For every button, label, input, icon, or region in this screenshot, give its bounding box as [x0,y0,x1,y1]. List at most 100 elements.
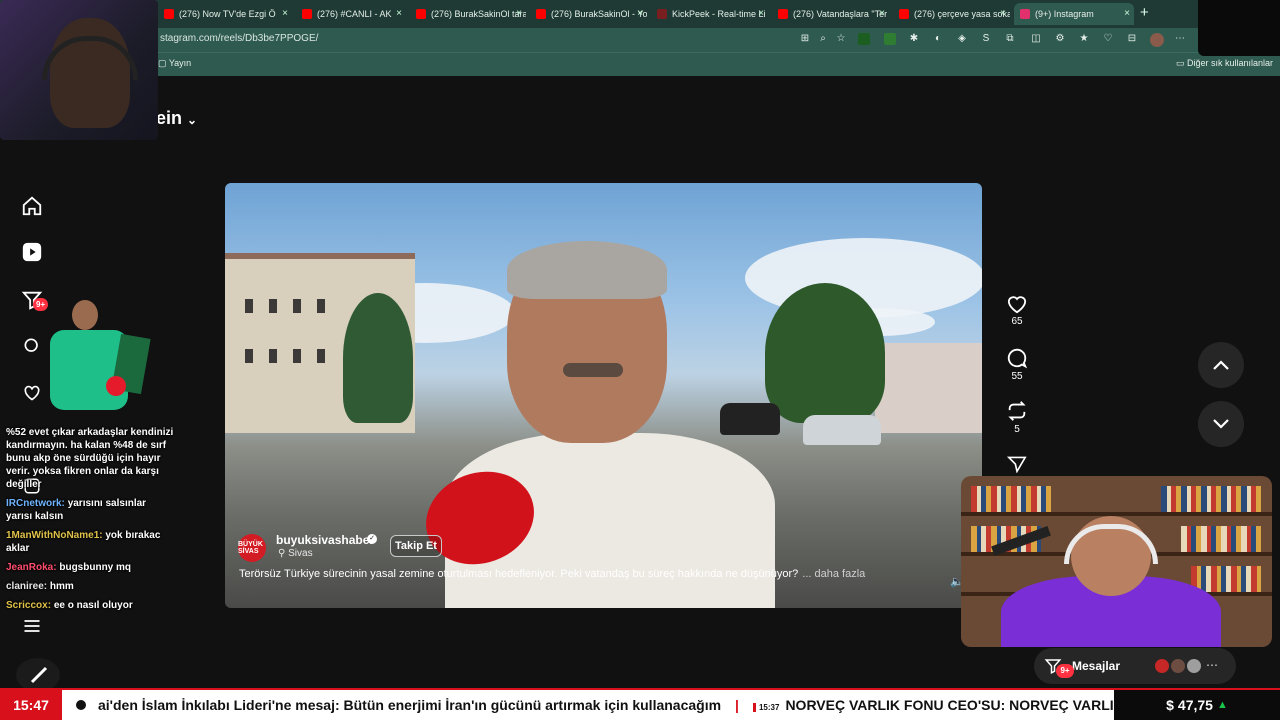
streamer-webcam-bottom [961,476,1272,647]
instagram-logo[interactable]: ein ⌄ [156,108,197,129]
repost-button[interactable]: 5 [1004,400,1030,435]
browser-tab[interactable]: (276) BurakSakinOl - Yo × [530,3,647,25]
home-icon[interactable] [20,194,44,218]
settings-icon[interactable]: ⚙ [1054,33,1066,45]
tab-label: (276) #CANLI - AK [317,9,392,19]
tab-close-icon[interactable]: × [637,8,643,19]
favorites-icon[interactable]: ★ [1078,33,1090,45]
chat-username[interactable]: IRCnetwork: [6,498,65,509]
currency-ticker: $ 47,75 ▲ [1114,690,1280,720]
browser-tab[interactable]: KickPeek - Real-time Li × [651,3,768,25]
extension-icon-4[interactable]: ◐ [932,33,944,45]
zoom-icon[interactable]: ⌕ [817,33,829,45]
like-button[interactable]: 65 [1004,294,1030,327]
extension-icon-3[interactable]: ✱ [908,33,920,45]
video-person-mustache [563,363,623,377]
account-name[interactable]: buyuksivashaber [276,533,374,547]
tab-close-icon[interactable]: × [879,8,885,19]
extension-icon-6[interactable]: S [980,33,992,45]
extension-icon-5[interactable]: ◈ [956,33,968,45]
tab-favicon-icon [164,9,174,19]
currency-value: 47,75 [1177,697,1213,713]
browser-tab[interactable]: (9+) Instagram × [1014,3,1134,25]
follow-button[interactable]: Takip Et [390,535,442,557]
chat-username[interactable]: Scriccox: [6,600,51,611]
menu-dots-icon[interactable]: ⋯ [1174,33,1186,45]
more-dots-icon[interactable]: ⋯ [1206,658,1218,672]
chat-username[interactable]: JeanRoka: [6,562,57,573]
messages-label: Mesajlar [1072,659,1121,673]
bookmark-yayin[interactable]: ▢ Yayın [158,58,191,69]
collections-icon[interactable]: ⊟ [1126,33,1138,45]
account-avatar[interactable]: BÜYÜK SİVAS [238,534,266,562]
tab-favicon-icon [657,9,667,19]
ticker-headlines: ai'den İslam İnkılabı Lideri'ne mesaj: B… [98,690,1114,720]
repost-count: 5 [1014,424,1020,435]
tab-close-icon[interactable]: × [516,8,522,19]
extension-icon-1[interactable] [858,33,870,45]
comment-button[interactable]: 55 [1004,347,1030,382]
chat-message: %52 evet çıkar arkadaşlar kendinizi kand… [6,426,174,491]
avatar[interactable] [1186,658,1202,674]
chat-username[interactable]: 1ManWithNoName1: [6,530,103,541]
browser-tab[interactable]: (276) #CANLI - AK × [296,3,406,25]
tab-close-icon[interactable]: × [396,8,402,19]
tab-close-icon[interactable]: × [282,8,288,19]
chat-message: clanireе: hmm [6,580,174,593]
split-view-icon[interactable]: ◫ [1030,33,1042,45]
ticker-clock: 15:47 [0,690,62,720]
tab-favicon-icon [1020,9,1030,19]
tab-label: (276) çerçeve yasa sokak [914,9,1010,19]
video-tree [343,293,413,423]
heart-health-icon[interactable]: ♡ [1102,33,1114,45]
post-location[interactable]: ⚲ Sivas [278,548,313,559]
chevron-down-icon [1213,419,1229,429]
tab-label: (9+) Instagram [1035,9,1094,19]
chevron-up-icon [1213,360,1229,370]
browser-tab[interactable]: (276) Now TV'de Ezgi Ö × [158,3,292,25]
video-person-hair [507,241,667,299]
profile-avatar[interactable] [1150,33,1164,47]
stream-logo-badge [16,658,60,692]
new-tab-button[interactable]: + [1140,4,1149,21]
stream-chat: %52 evet çıkar arkadaşlar kendinizi kand… [6,426,174,618]
browser-tab[interactable]: (276) BurakSakinOl tara × [410,3,526,25]
tab-favicon-icon [416,9,426,19]
location-pin-icon: ⚲ [278,548,286,559]
share-button[interactable] [1004,455,1030,473]
bookmark-star-icon[interactable]: ☆ [835,33,847,45]
previous-reel-button[interactable] [1198,342,1244,388]
chat-username[interactable]: clanireе: [6,581,47,592]
tab-label: (276) BurakSakinOl - Yo [551,9,647,19]
url-field[interactable]: stagram.com/reels/Db3be7PPOGE/ [160,33,318,44]
caption-more-link[interactable]: ... daha fazla [802,568,865,580]
avatar[interactable] [1170,658,1186,674]
comment-count: 55 [1011,371,1023,382]
browser-tab[interactable]: (276) çerçeve yasa sokak × [893,3,1010,25]
video-building-right [875,343,982,433]
install-app-icon[interactable]: ⊞ [799,33,811,45]
next-reel-button[interactable] [1198,401,1244,447]
extension-icon-2[interactable] [884,33,896,45]
tab-label: (276) Now TV'de Ezgi Ö [179,9,276,19]
tab-close-icon[interactable]: × [1000,8,1006,19]
tab-close-icon[interactable]: × [758,8,764,19]
chat-text: %52 evet çıkar arkadaşlar kendinizi kand… [6,427,174,490]
tab-favicon-icon [778,9,788,19]
tab-label: (276) BurakSakinOl tara [431,9,526,19]
avatar[interactable] [1154,658,1170,674]
overlay-figure-sticker [32,300,152,418]
tab-close-icon[interactable]: × [1124,8,1130,19]
reels-icon[interactable] [20,240,44,264]
video-car [720,403,780,435]
browser-tab[interactable]: (276) Vatandaşlara "Ter × [772,3,889,25]
comment-icon [1007,348,1028,369]
ticker-headline: ai'den İslam İnkılabı Lideri'ne mesaj: B… [98,697,722,713]
bookmark-other-folder[interactable]: ▭ Diğer sık kullanılanlar [1176,58,1273,69]
headphones-icon [1064,524,1158,564]
chevron-down-icon[interactable]: ⌄ [187,113,197,127]
bookmark-other-label: Diğer sık kullanılanlar [1187,58,1274,68]
extensions-puzzle-icon[interactable]: ⧉ [1004,33,1016,45]
post-caption-text: Terörsüz Türkiye sürecinin yasal zemine … [239,568,799,580]
repost-icon [1008,401,1026,421]
